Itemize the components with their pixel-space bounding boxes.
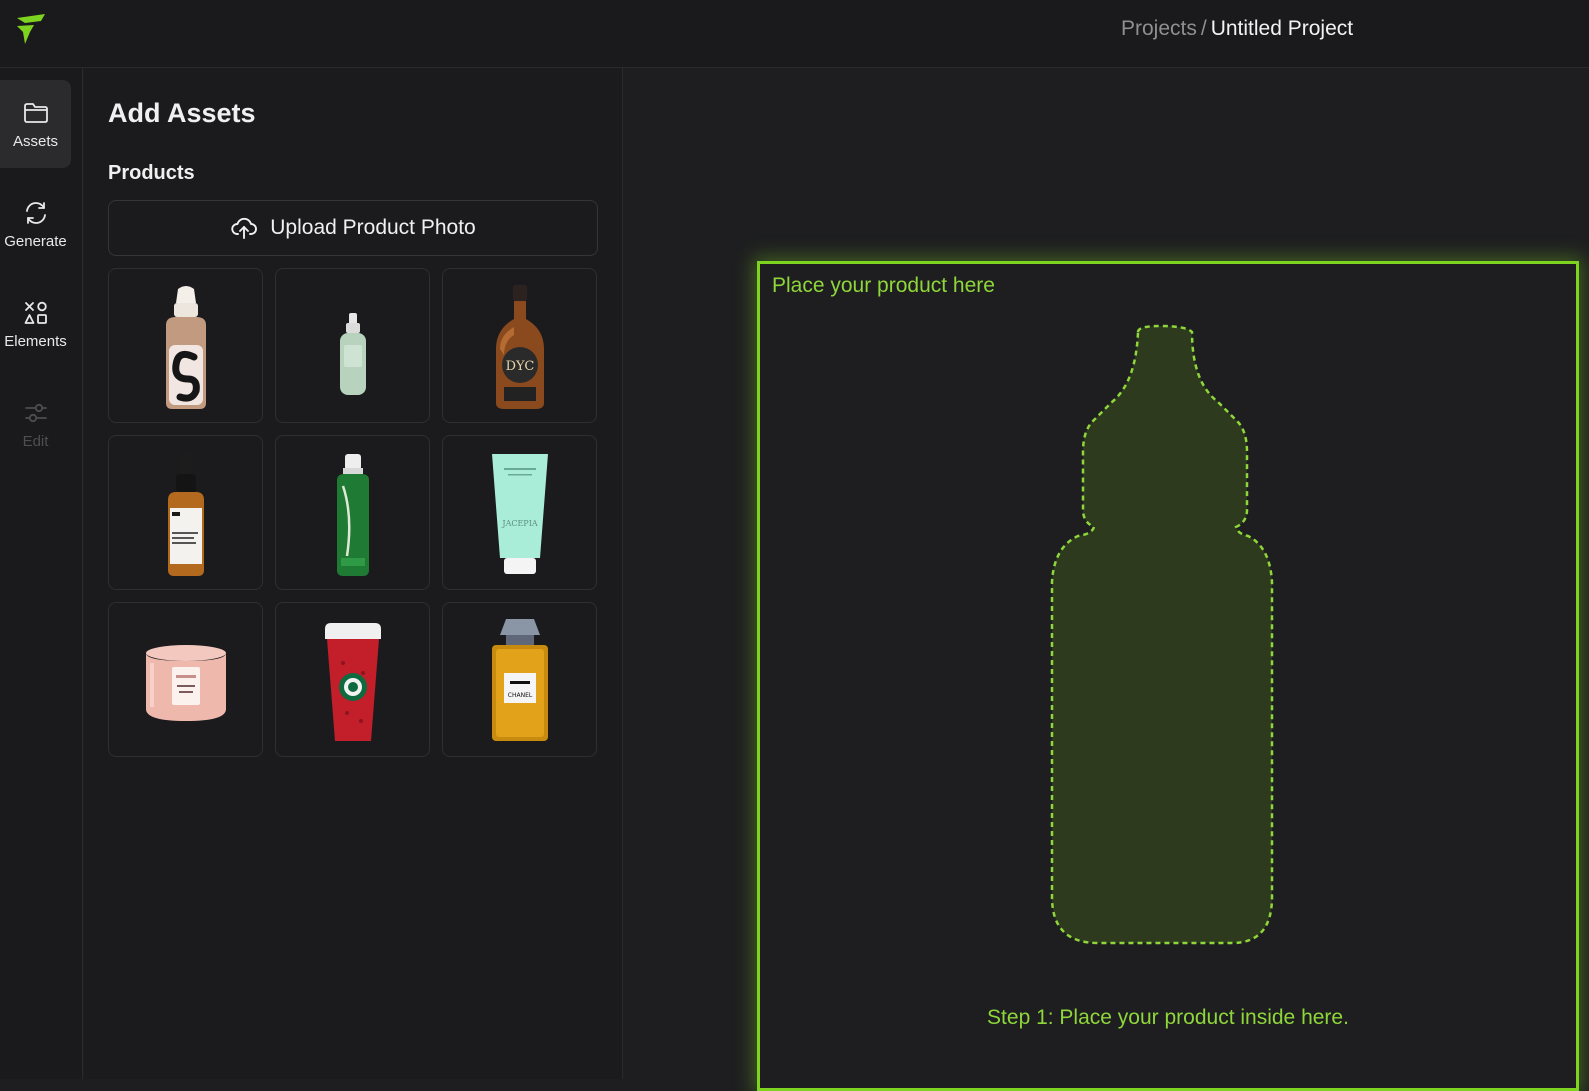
sidebar-item-generate[interactable]: Generate: [0, 180, 71, 268]
upload-button-label: Upload Product Photo: [270, 216, 476, 239]
product-tile[interactable]: [108, 602, 263, 757]
product-tile[interactable]: [275, 602, 430, 757]
product-tile[interactable]: [108, 435, 263, 590]
svg-text:DYC: DYC: [505, 359, 534, 374]
product-tile[interactable]: [275, 268, 430, 423]
product-tile[interactable]: JACEPIA: [442, 435, 597, 590]
product-tile[interactable]: CHANEL: [442, 602, 597, 757]
product-grid: DYC JACEPIA CHANEL: [108, 268, 598, 757]
product-tile[interactable]: [108, 268, 263, 423]
whisky-bottle-icon: DYC: [495, 284, 544, 409]
refresh-icon: [25, 201, 46, 224]
dropzone-title: Place your product here: [772, 274, 995, 297]
assets-panel: Add Assets Products Upload Product Photo: [84, 68, 623, 1079]
product-tile[interactable]: [275, 435, 430, 590]
product-tile[interactable]: DYC: [442, 268, 597, 423]
folder-icon: [23, 102, 48, 123]
breadcrumb-separator: /: [1200, 17, 1207, 40]
sliders-icon: [24, 403, 47, 422]
breadcrumb-current-project[interactable]: Untitled Project: [1211, 17, 1353, 40]
breadcrumb: Projects / Untitled Project: [1121, 17, 1353, 41]
product-dropzone[interactable]: Place your product here Step 1: Place yo…: [757, 261, 1579, 1091]
cloud-upload-icon: [231, 217, 258, 239]
products-section-title: Products: [108, 162, 195, 184]
spray-bottle-icon: [339, 312, 366, 395]
shapes-icon: [24, 301, 47, 324]
green-bottle-icon: [336, 453, 369, 576]
sidebar-item-label: Elements: [4, 332, 67, 350]
sidebar-item-assets[interactable]: Assets: [0, 80, 71, 168]
bottle-placeholder-icon: [1050, 324, 1274, 945]
top-bar: Projects / Untitled Project: [0, 0, 1589, 68]
sidebar-item-label: Assets: [12, 132, 58, 150]
svg-text:JACEPIA: JACEPIA: [501, 519, 537, 528]
upload-product-photo-button[interactable]: Upload Product Photo: [108, 200, 598, 256]
canvas-area: Place your product here Step 1: Place yo…: [624, 68, 1589, 1091]
breadcrumb-projects-link[interactable]: Projects: [1121, 17, 1197, 40]
panel-title: Add Assets: [108, 98, 256, 128]
sidebar-item-label: Generate: [4, 232, 67, 250]
candle-jar-icon: [145, 644, 226, 721]
coffee-cup-icon: [324, 622, 381, 741]
dropper-serum-icon: [167, 449, 204, 576]
brand-logo-icon[interactable]: [14, 12, 48, 46]
sidebar-rail: Assets Generate Elements Edit: [0, 68, 83, 1079]
foundation-bottle-icon: [165, 285, 206, 409]
sidebar-item-elements[interactable]: Elements: [0, 280, 71, 368]
sidebar-item-edit: Edit: [0, 380, 71, 468]
svg-text:CHANEL: CHANEL: [507, 692, 532, 699]
dropzone-step-instruction: Step 1: Place your product inside here.: [987, 1006, 1349, 1029]
perfume-bottle-icon: CHANEL: [491, 618, 548, 741]
cream-tube-icon: JACEPIA: [491, 453, 548, 574]
sidebar-item-label: Edit: [22, 432, 49, 450]
